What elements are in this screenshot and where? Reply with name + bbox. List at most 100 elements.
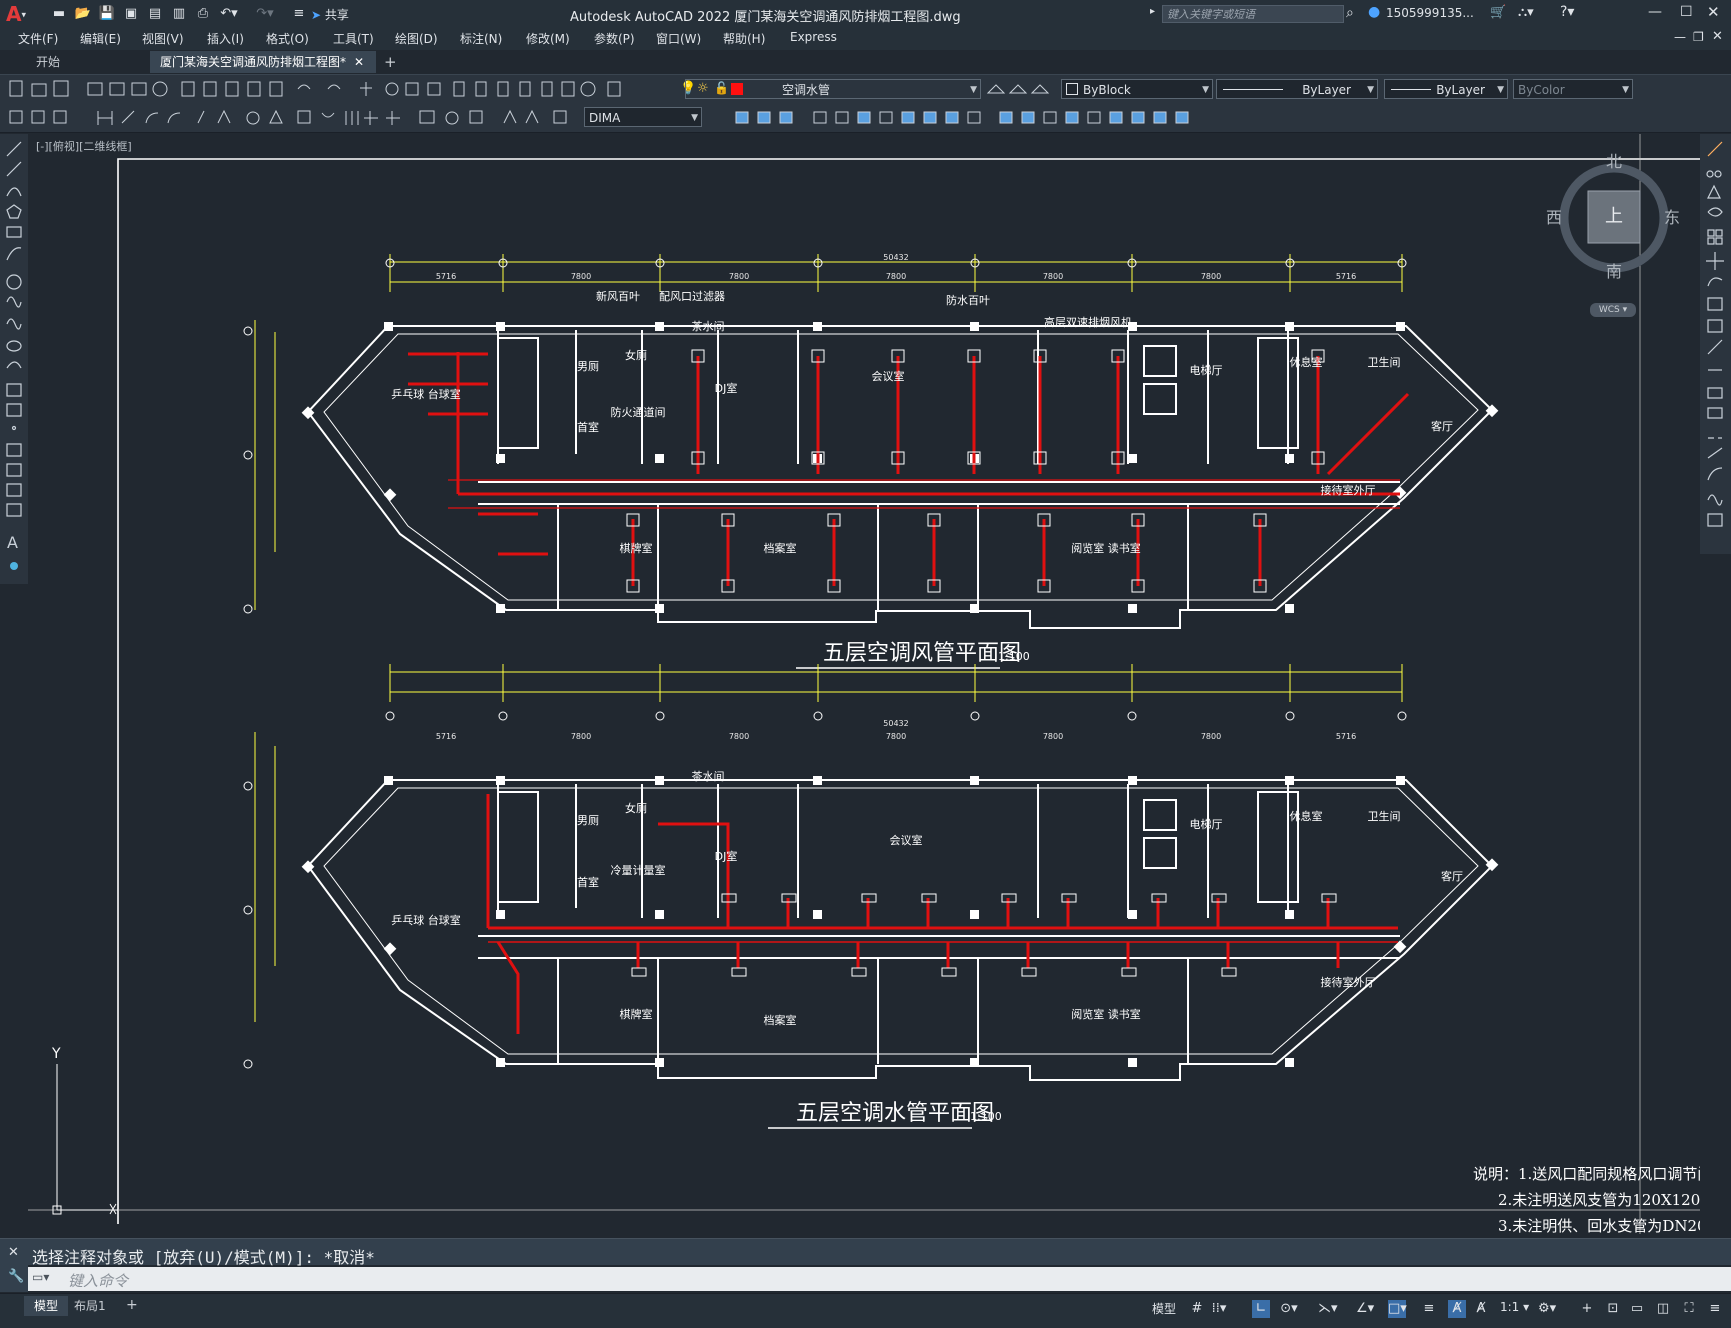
close-command-icon[interactable]: ✕ <box>8 1245 19 1260</box>
menu-express[interactable]: Express <box>790 30 837 44</box>
doc-restore-button[interactable]: ❐ <box>1693 30 1704 44</box>
wrench-icon[interactable]: 🔧 <box>8 1269 24 1284</box>
dimension-icons[interactable] <box>8 107 578 129</box>
search-icon[interactable]: ⌕ <box>1346 5 1354 21</box>
lineweight-icon[interactable]: ≡ <box>1420 1300 1438 1318</box>
doc-close-button[interactable]: ✕ <box>1712 29 1723 44</box>
otrack-icon[interactable]: ∠▾ <box>1356 1300 1374 1318</box>
maximize-button[interactable]: ☐ <box>1680 4 1693 20</box>
cad-drawing[interactable]: 5716 7800 7800 7800 7800 7800 5716 50432 <box>28 134 1700 1234</box>
draw-tool-icons[interactable]: A <box>4 138 26 578</box>
viewcube[interactable]: 北 南 东 西 上 WCS ▾ <box>1546 152 1680 317</box>
clean-screen-icon[interactable]: ⛶ <box>1680 1300 1698 1318</box>
menu-dimension[interactable]: 标注(N) <box>460 30 502 47</box>
wcs-menu[interactable]: WCS ▾ <box>1590 303 1636 317</box>
color-dropdown[interactable]: ByBlock ▼ <box>1061 79 1213 99</box>
viewcube-north[interactable]: 北 <box>1606 148 1622 172</box>
menu-help[interactable]: 帮助(H) <box>723 30 765 47</box>
svg-text:卫生间: 卫生间 <box>1368 809 1401 823</box>
new-tab-button[interactable]: + <box>384 53 397 71</box>
help-icon[interactable]: ?▾ <box>1560 4 1574 20</box>
menu-insert[interactable]: 插入(I) <box>207 30 244 47</box>
search-input[interactable]: 键入关键字或短语 <box>1162 5 1344 23</box>
tab-drawing[interactable]: 厦门某海关空调通风防排烟工程图* ✕ <box>150 51 376 73</box>
svg-text:客厅: 客厅 <box>1431 419 1453 433</box>
quick-properties-icon[interactable]: ▭ <box>1628 1300 1646 1318</box>
expand-search-icon[interactable]: ▸ <box>1150 6 1155 17</box>
viewcube-east[interactable]: 东 <box>1664 204 1680 228</box>
isolate-objects-icon[interactable]: ◫ <box>1654 1300 1672 1318</box>
close-button[interactable]: ✕ <box>1707 3 1720 21</box>
open-web-icon[interactable]: ▤ <box>146 5 164 23</box>
lineweight-dropdown[interactable]: ByLayer ▼ <box>1384 79 1508 99</box>
workspace-gear-icon[interactable]: ⚙▾ <box>1538 1300 1556 1318</box>
undo-icon[interactable]: ↶▾ <box>220 5 238 23</box>
autocad-logo-icon[interactable]: A▾ <box>6 3 28 25</box>
viewcube-top[interactable]: 上 <box>1605 202 1623 228</box>
menu-view[interactable]: 视图(V) <box>142 30 184 47</box>
menu-file[interactable]: 文件(F) <box>18 30 58 47</box>
command-line[interactable]: ▭▾ 键入命令 <box>28 1267 1731 1291</box>
save-web-icon[interactable]: ▥ <box>170 5 188 23</box>
svg-text:7800: 7800 <box>1043 272 1063 281</box>
menu-edit[interactable]: 编辑(E) <box>80 30 121 47</box>
menu-format[interactable]: 格式(O) <box>266 30 309 47</box>
tab-start[interactable]: 开始 <box>26 51 146 73</box>
share-button[interactable]: ➤ 共享 <box>311 6 349 23</box>
snap-icon[interactable]: ⁞⁞▾ <box>1210 1300 1228 1318</box>
dimstyle-dropdown[interactable]: DIMA ▼ <box>584 107 702 127</box>
tab-layout1[interactable]: 布局1 <box>64 1296 116 1316</box>
svg-text:乒乓球 台球室: 乒乓球 台球室 <box>391 387 461 401</box>
color-swatch <box>1066 83 1078 95</box>
model-space-button[interactable]: 模型 <box>1152 1300 1176 1317</box>
doc-minimize-button[interactable]: — <box>1674 30 1686 44</box>
svg-text:首室: 首室 <box>577 420 599 434</box>
svg-text:7800: 7800 <box>886 732 906 741</box>
user-account[interactable]: 1505999135... <box>1386 6 1474 20</box>
menu-modify[interactable]: 修改(M) <box>526 30 570 47</box>
plot-icon[interactable]: ⎙ <box>194 5 212 23</box>
polar-icon[interactable]: ⊙▾ <box>1280 1300 1298 1318</box>
user-icon[interactable]: ● <box>1368 4 1380 20</box>
menu-parameter[interactable]: 参数(P) <box>594 30 635 47</box>
osnap-icon[interactable]: □▾ <box>1388 1300 1407 1318</box>
menu-window[interactable]: 窗口(W) <box>656 30 701 47</box>
tab-model[interactable]: 模型 <box>24 1296 69 1316</box>
menu-tools[interactable]: 工具(T) <box>333 30 374 47</box>
plan2-title: 五层空调水管平面图 <box>796 1101 994 1126</box>
svg-text:茶水间: 茶水间 <box>692 770 725 783</box>
units-icon[interactable]: ⊡ <box>1604 1300 1622 1318</box>
layer-dropdown[interactable]: 空调水管 ▼ <box>685 79 981 99</box>
command-input[interactable]: 键入命令 <box>68 1270 128 1291</box>
layer-tools[interactable] <box>984 79 1050 99</box>
open-folder-icon[interactable]: 📂 <box>74 5 92 23</box>
customize-icon[interactable]: ≡ <box>290 5 308 23</box>
minimize-button[interactable]: — <box>1648 4 1662 20</box>
modify-icons[interactable] <box>706 107 1216 129</box>
viewcube-west[interactable]: 西 <box>1546 204 1562 228</box>
new-file-icon[interactable]: ▬ <box>50 5 68 23</box>
annotation-autoscale-icon[interactable]: Ⱥ <box>1472 1300 1490 1318</box>
standard-icons[interactable] <box>8 78 648 100</box>
ortho-icon[interactable]: ∟ <box>1252 1300 1270 1318</box>
autodesk-app-icon[interactable]: ⛬▾ <box>1518 5 1534 20</box>
grid-icon[interactable]: # <box>1188 1300 1206 1318</box>
save-icon[interactable]: 💾 <box>98 5 116 23</box>
isodraft-icon[interactable]: ⋋▾ <box>1318 1300 1338 1318</box>
menu-draw[interactable]: 绘图(D) <box>395 30 438 47</box>
modify-tool-icons[interactable] <box>1704 140 1728 540</box>
viewcube-south[interactable]: 南 <box>1606 258 1622 282</box>
cart-icon[interactable]: 🛒 <box>1490 5 1506 20</box>
redo-icon[interactable]: ↷▾ <box>256 5 274 23</box>
annotation-visibility-icon[interactable]: Ⱥ <box>1448 1300 1466 1318</box>
save-as-icon[interactable]: ▣ <box>122 5 140 23</box>
linetype-dropdown[interactable]: ByLayer ▼ <box>1216 79 1378 99</box>
customization-icon[interactable]: ≡ <box>1706 1300 1724 1318</box>
add-layout-button[interactable]: + <box>126 1297 138 1313</box>
close-tab-icon[interactable]: ✕ <box>354 55 364 69</box>
annotation-monitor-icon[interactable]: + <box>1578 1300 1596 1318</box>
menu-bar <box>0 28 1731 50</box>
command-prompt-icon[interactable]: ▭▾ <box>32 1270 49 1284</box>
annotation-scale[interactable]: 1:1 ▾ <box>1500 1300 1529 1314</box>
plotstyle-dropdown[interactable]: ByColor ▼ <box>1513 79 1633 99</box>
